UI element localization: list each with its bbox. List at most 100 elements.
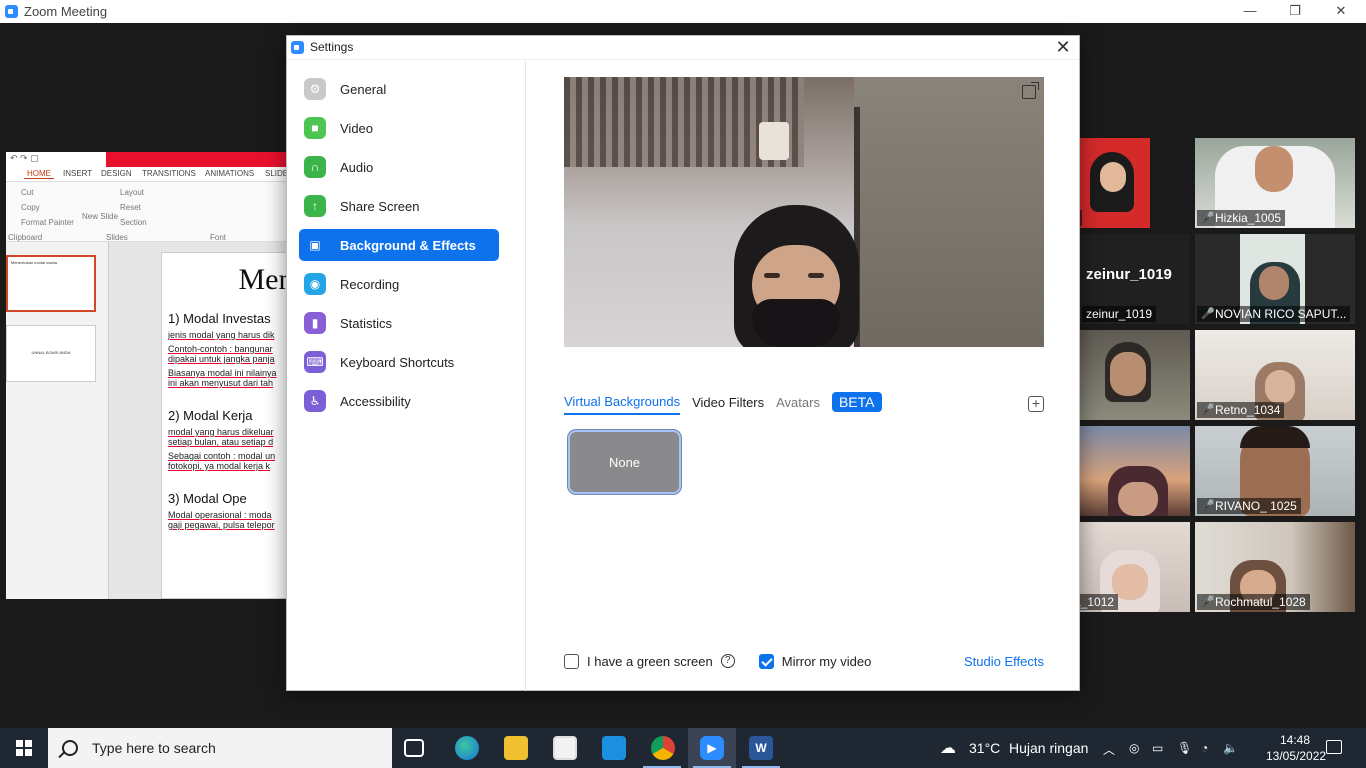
settings-close-button[interactable]: ✕ — [1053, 36, 1073, 58]
sidebar-item-accessibility[interactable]: ♿ Accessibility — [299, 385, 499, 417]
participant-name: 🎤 Rochmatul_1028 — [1197, 594, 1310, 610]
microphone-icon[interactable]: 🎙 — [1177, 741, 1192, 755]
ppt-reset: Reset — [120, 203, 141, 212]
add-background-button[interactable]: + — [1028, 396, 1044, 412]
participant-name: zeinur_1019 — [1082, 306, 1157, 322]
search-icon — [62, 740, 78, 756]
slide-text: ini akan menyusut dari tah — [168, 378, 274, 388]
sidebar-item-background-effects[interactable]: ▣ Background & Effects — [299, 229, 499, 261]
studio-effects-link[interactable]: Studio Effects — [964, 654, 1044, 669]
sidebar-item-general[interactable]: ⚙ General — [299, 73, 499, 105]
mic-muted-icon: 🎤 — [1201, 500, 1215, 512]
green-screen-checkbox[interactable] — [564, 653, 579, 669]
zoom-taskbar-icon[interactable]: ▶ — [700, 736, 724, 760]
ppt-tab-slide: SLIDE — [265, 169, 289, 178]
thumb-text: UNNAL BOARI ANDA — [31, 350, 71, 355]
background-none-option[interactable]: None — [568, 430, 681, 494]
ppt-clipboard-group: Clipboard — [8, 233, 43, 242]
restore-button[interactable]: ❐ — [1283, 2, 1307, 20]
taskbar-search[interactable]: Type here to search — [48, 728, 392, 768]
ppt-tab-design: DESIGN — [101, 169, 132, 178]
tab-video-filters[interactable]: Video Filters — [692, 395, 764, 414]
slide-text: modal yang harus dikeluar — [168, 427, 274, 437]
edge-browser-icon[interactable] — [455, 736, 479, 760]
tab-avatars[interactable]: Avatars — [776, 395, 820, 414]
slide-text: Modal operasional : moda — [168, 510, 272, 520]
slide-text: Sebagai contoh : modal un — [168, 451, 276, 461]
participant-name-text: Rochmatul_1028 — [1215, 595, 1306, 609]
wifi-icon[interactable]: ◔ — [1201, 741, 1208, 755]
ppt-tab-home: HOME — [24, 169, 54, 179]
settings-titlebar: Settings ✕ — [287, 36, 1079, 60]
sidebar-item-recording[interactable]: ◉ Recording — [299, 268, 499, 300]
mirror-video-checkbox[interactable] — [758, 653, 774, 669]
ppt-quick-access: ↶ ↷ ▢ — [10, 153, 39, 163]
participant-tile[interactable]: 🎤 Retno_1034 — [1195, 330, 1355, 420]
windows-logo-icon — [16, 740, 32, 756]
search-placeholder: Type here to search — [92, 740, 216, 756]
ppt-thumbnail-1: Menentukan modal usaha — [6, 255, 96, 312]
close-window-button[interactable]: ✕ — [1329, 2, 1353, 20]
zoom-app-icon — [5, 5, 18, 18]
clock-time: 14:48 — [1279, 733, 1311, 747]
chevron-up-icon[interactable]: ︿ — [1103, 741, 1115, 758]
task-view-icon[interactable] — [404, 739, 424, 757]
mic-muted-icon: 🎤 — [1201, 404, 1215, 416]
slide-text: jenis modal yang harus dik — [168, 330, 275, 340]
mic-muted-icon: 🎤 — [1201, 308, 1215, 320]
sidebar-item-label: General — [340, 81, 387, 97]
settings-sidebar: ⚙ General ■ Video ∩ Audio ↑ Share Screen… — [287, 61, 526, 691]
sidebar-item-audio[interactable]: ∩ Audio — [299, 151, 499, 183]
word-icon[interactable]: W — [749, 736, 773, 760]
sidebar-item-label: Background & Effects — [340, 237, 476, 253]
background-icon: ▣ — [304, 234, 326, 256]
file-explorer-icon[interactable] — [504, 736, 528, 760]
participant-tile[interactable]: 🎤 RIVANO_ 1025 — [1195, 426, 1355, 516]
start-button[interactable] — [0, 728, 48, 768]
statistics-icon: ▮ — [304, 312, 326, 334]
sidebar-item-label: Share Screen — [340, 198, 420, 214]
participant-tile[interactable]: 🎤 Hizkia_1005 — [1195, 138, 1355, 228]
ppt-thumbnail-pane: Menentukan modal usaha UNNAL BOARI ANDA — [6, 242, 109, 599]
sidebar-item-share-screen[interactable]: ↑ Share Screen — [299, 190, 499, 222]
ppt-ribbon: Cut Copy Format Painter Clipboard New Sl… — [6, 182, 296, 242]
sidebar-item-label: Accessibility — [340, 393, 411, 409]
participant-name-text: NOVIAN RICO SAPUT... — [1215, 307, 1347, 321]
weather-temperature[interactable]: 31°C — [969, 740, 1000, 756]
chrome-icon[interactable] — [651, 736, 675, 760]
sidebar-item-statistics[interactable]: ▮ Statistics — [299, 307, 499, 339]
participant-name-text: Retno_1034 — [1215, 403, 1281, 417]
ppt-thumbnail-2: UNNAL BOARI ANDA — [6, 325, 96, 382]
beta-badge: BETA — [831, 392, 882, 412]
camera-in-use-icon[interactable]: ◎ — [1129, 741, 1139, 755]
ppt-workspace: Menentukan modal usaha UNNAL BOARI ANDA … — [6, 242, 296, 599]
notification-icon[interactable] — [1326, 740, 1342, 754]
sidebar-item-keyboard-shortcuts[interactable]: ⌨ Keyboard Shortcuts — [299, 346, 499, 378]
gear-icon: ⚙ — [304, 78, 326, 100]
taskbar: Type here to search ▶ W ☁ 31°C Hujan rin… — [0, 728, 1366, 768]
settings-title: Settings — [310, 40, 354, 54]
weather-description[interactable]: Hujan ringan — [1009, 740, 1088, 756]
participant-tile[interactable]: 🎤 Rochmatul_1028 — [1195, 522, 1355, 612]
sidebar-item-video[interactable]: ■ Video — [299, 112, 499, 144]
ppt-tab-insert: INSERT — [63, 169, 93, 178]
sidebar-item-label: Recording — [340, 276, 400, 292]
slide-text: dipakai untuk jangka panja — [168, 354, 275, 364]
participant-big-name: zeinur_1019 — [1086, 266, 1172, 283]
participant-name-text: zeinur_1019 — [1086, 307, 1153, 321]
taskbar-clock[interactable]: 14:48 13/05/2022 — [1266, 732, 1326, 764]
help-icon[interactable]: ? — [720, 654, 735, 668]
rotate-camera-icon[interactable] — [1022, 82, 1039, 99]
volume-icon[interactable]: 🔈 — [1223, 741, 1238, 755]
mail-icon[interactable] — [602, 736, 626, 760]
battery-icon[interactable]: ▭ — [1152, 741, 1163, 755]
ppt-font-group: Font — [210, 233, 227, 242]
zoom-titlebar: Zoom Meeting — ❐ ✕ — [0, 0, 1366, 23]
ppt-title-bar: ↶ ↷ ▢ — [6, 152, 296, 167]
slide-text: gaji pegawai, pulsa telepor — [168, 520, 275, 530]
microsoft-store-icon[interactable] — [553, 736, 577, 760]
participant-tile[interactable]: 🎤 NOVIAN RICO SAPUT... — [1195, 234, 1355, 324]
ppt-copy: Copy — [21, 203, 40, 212]
minimize-button[interactable]: — — [1238, 2, 1262, 20]
tab-virtual-backgrounds[interactable]: Virtual Backgrounds — [564, 394, 681, 415]
